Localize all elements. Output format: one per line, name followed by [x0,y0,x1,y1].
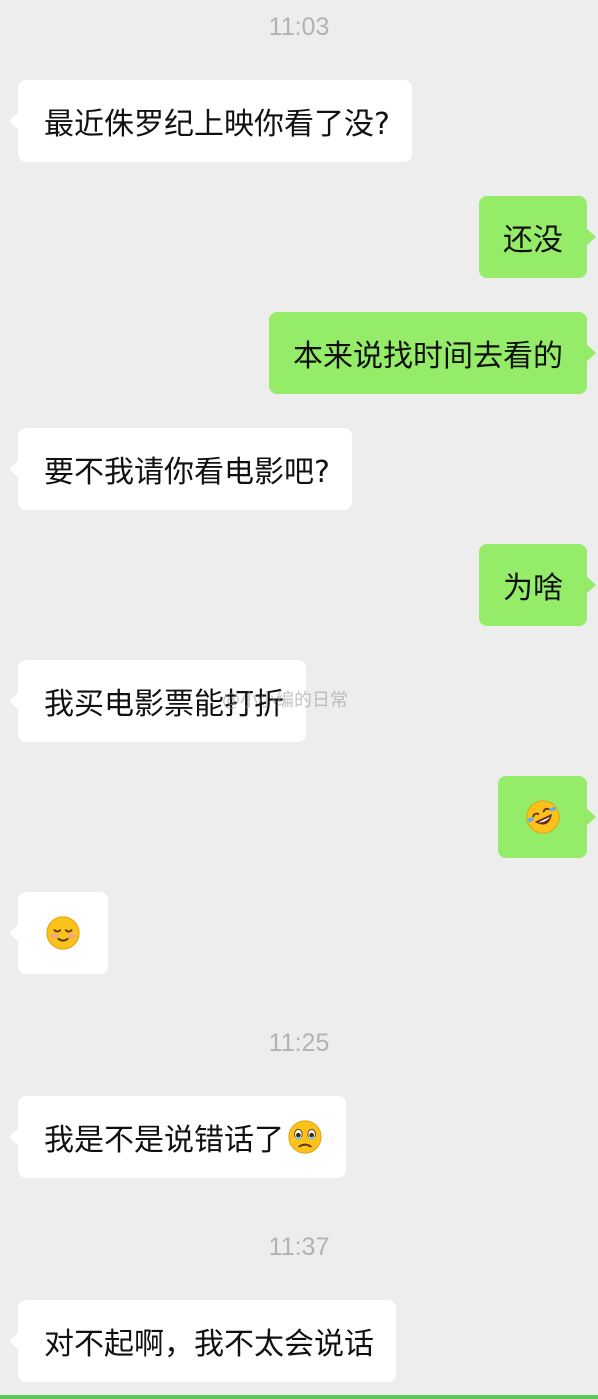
watermark-text: @小小编的日常 [222,690,348,711]
message-bubble-incoming[interactable]: 要不我请你看电影吧? [9,428,352,510]
message-text: 对不起啊，我不太会说话 [44,1327,374,1362]
message-bubble-outgoing[interactable]: 本来说找时间去看的 [269,312,596,394]
message-text: 我是不是说错话了 [44,1123,284,1158]
message-text: 最近侏罗纪上映你看了没? [44,107,390,142]
message-text: 本来说找时间去看的 [293,339,563,374]
holding-back-tears-emoji-icon [288,1120,322,1154]
message-bubble-outgoing[interactable]: 还没 [479,196,596,278]
timestamp: 11:37 [268,1233,330,1261]
message-bubble-incoming[interactable]: 最近侏罗纪上映你看了没? [9,80,412,162]
timestamp: 11:25 [268,1029,330,1057]
message-text: 还没 [503,223,563,258]
message-bubble-incoming[interactable] [9,892,108,974]
smiling-blush-emoji-icon [46,916,80,950]
rolling-laughing-emoji-icon [525,800,560,834]
message-text: 为啥 [503,571,563,606]
message-bubble-incoming[interactable]: 我是不是说错话了 [9,1096,346,1178]
message-bubble-incoming[interactable]: 对不起啊，我不太会说话 [9,1300,396,1382]
message-text: 要不我请你看电影吧? [44,455,330,490]
message-bubble-outgoing[interactable]: 为啥 [479,544,596,626]
bottom-accent-line [0,1395,598,1399]
timestamp: 11:03 [268,13,330,41]
message-bubble-outgoing[interactable] [498,776,596,858]
